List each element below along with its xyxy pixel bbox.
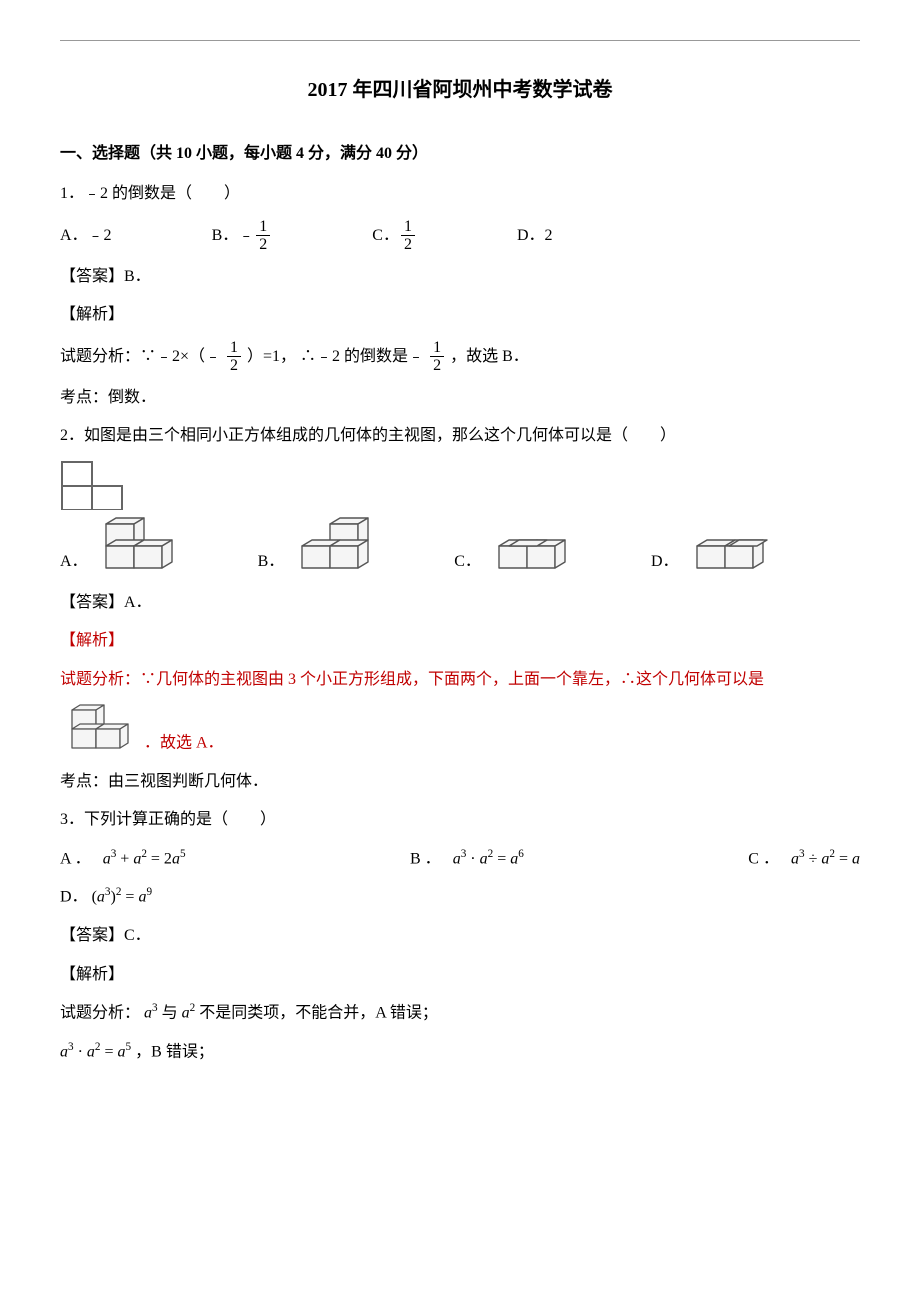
q2-option-c: C． (454, 538, 571, 578)
cubes-c-icon (485, 538, 571, 578)
cubes-a-icon (92, 516, 178, 578)
fraction-icon: 1 2 (430, 339, 444, 375)
q1-option-b: B． ﹣ 1 2 (212, 218, 273, 254)
q3-answer: 【答案】C． (60, 921, 860, 951)
cubes-b-icon (288, 516, 374, 578)
q2-stem: 2．如图是由三个相同小正方体组成的几何体的主视图，那么这个几何体可以是（ ） (60, 421, 860, 451)
q2-option-b: B． (258, 516, 375, 578)
q2-front-view-figure (60, 460, 860, 510)
q3-optb-label: B ． (410, 850, 449, 867)
q3-optb-expr: a (453, 850, 461, 867)
q3-analysis-1: 试题分析： a3 与 a2 不是同类项，不能合并，A 错误； (60, 998, 860, 1029)
q2-analysis-1: 试题分析：∵几何体的主视图由 3 个小正方形组成，下面两个，上面一个靠左，∴这个… (60, 665, 860, 695)
q1-fx-num: 1 (227, 339, 241, 358)
q3-fx-a2: a (182, 1004, 190, 1021)
q2-kaodian: 考点：由三视图判断几何体． (60, 767, 860, 797)
q3-fx2-expr: a (60, 1043, 68, 1060)
q3-fx2-body: ，B 错误； (135, 1043, 214, 1060)
q1-fx-num2: 1 (430, 339, 444, 358)
q1-optb-prefix: B． (212, 221, 239, 251)
q1-optc-den: 2 (401, 236, 415, 254)
q1-option-c: C． 1 2 (372, 218, 417, 254)
q1-stem: 1．﹣2 的倒数是（ ） (60, 179, 860, 209)
q1-fx-den2: 2 (430, 357, 444, 375)
q1-kaodian: 考点：倒数． (60, 383, 860, 413)
q3-optd-label: D． (60, 889, 88, 906)
q2-optc-label: C． (454, 547, 481, 577)
q1-option-a: A．﹣2 (60, 221, 112, 251)
q3-optc-expr: a (791, 850, 799, 867)
q2-option-a: A． (60, 516, 178, 578)
q3-stem: 3．下列计算正确的是（ ） (60, 805, 860, 835)
q3-opta-expr: a (103, 850, 111, 867)
q1-analysis: 试题分析：∵﹣2×（﹣ 1 2 ）=1， ∴﹣2 的倒数是﹣ 1 2 ，故选 B… (60, 339, 860, 375)
q3-analysis-2: a3 · a2 = a5 ，B 错误； (60, 1037, 860, 1068)
q3-options: A ． a3 + a2 = 2a5 B ． a3 · a2 = a6 C ． a… (60, 844, 860, 875)
q2-answer: 【答案】A． (60, 588, 860, 618)
q1-optb-num: 1 (256, 218, 270, 237)
q3-option-a: A ． a3 + a2 = 2a5 (60, 844, 186, 875)
fraction-icon: 1 2 (256, 218, 270, 254)
q2-jiexi-label: 【解析】 (60, 626, 860, 656)
q3-option-d: D． (a3)2 = a9 (60, 882, 860, 913)
q2-analysis-2: ．故选 A． (144, 735, 224, 752)
q2-option-d: D． (651, 538, 769, 578)
q3-jiexi-label: 【解析】 (60, 960, 860, 990)
q3-fx-pre: 试题分析： (60, 1004, 140, 1021)
q3-fx-a3: a (144, 1004, 152, 1021)
q1-fx-p1: 试题分析：∵﹣2×（﹣ (60, 348, 221, 365)
minus-sign: ﹣ (238, 221, 254, 251)
q1-options: A．﹣2 B． ﹣ 1 2 C． 1 2 D．2 (60, 218, 860, 254)
q1-fx-den: 2 (227, 357, 241, 375)
fraction-icon: 1 2 (401, 218, 415, 254)
front-view-icon (60, 460, 132, 510)
q2-optb-label: B． (258, 547, 285, 577)
q1-optc-prefix: C． (372, 221, 399, 251)
q3-optc-label: C ． (748, 850, 787, 867)
q3-fx-yu: 与 (162, 1004, 182, 1021)
fraction-icon: 1 2 (227, 339, 241, 375)
page-title: 2017 年四川省阿坝州中考数学试卷 (60, 71, 860, 109)
cubes-d-icon (683, 538, 769, 578)
section-1-header: 一、选择题（共 10 小题，每小题 4 分，满分 40 分） (60, 139, 860, 169)
q3-option-b: B ． a3 · a2 = a6 (410, 844, 524, 875)
q1-jiexi-label: 【解析】 (60, 300, 860, 330)
q1-optb-den: 2 (256, 236, 270, 254)
q1-answer: 【答案】B． (60, 262, 860, 292)
q1-optc-num: 1 (401, 218, 415, 237)
q2-optd-label: D． (651, 547, 679, 577)
cubes-a-small-icon (60, 703, 140, 759)
q2-opta-label: A． (60, 547, 88, 577)
header-rule (60, 40, 860, 41)
q3-opta-label: A ． (60, 850, 99, 867)
q3-option-c: C ． a3 ÷ a2 = a (748, 844, 860, 875)
q1-option-d: D．2 (517, 221, 553, 251)
q3-fx-body: 不是同类项，不能合并，A 错误； (199, 1004, 438, 1021)
q1-fx-p2: ）=1， ∴﹣2 的倒数是﹣ (247, 348, 424, 365)
q2-options-row: A． B． (60, 516, 860, 578)
q1-fx-p3: ，故选 B． (450, 348, 529, 365)
q2-analysis-figure: ．故选 A． (60, 703, 860, 759)
